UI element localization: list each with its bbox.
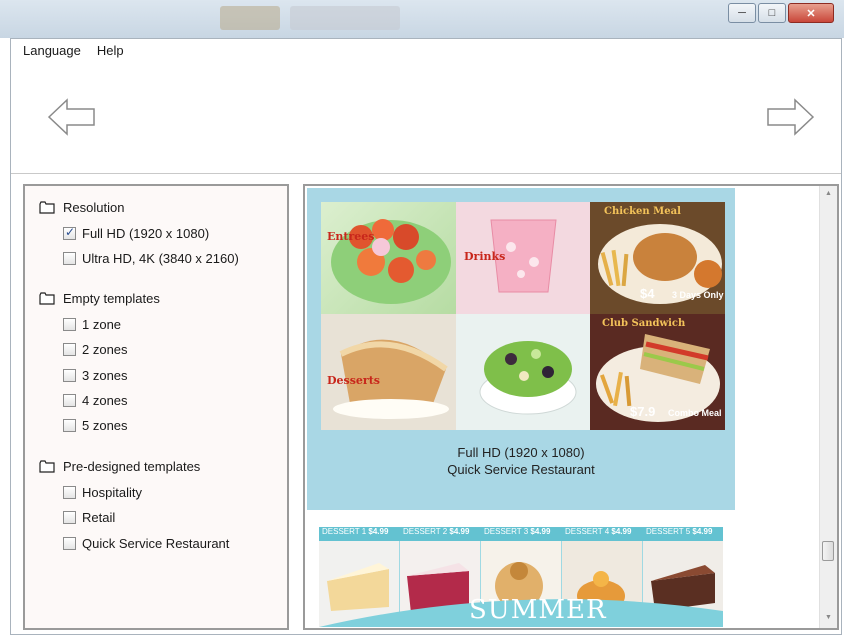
- tile-desserts: Desserts: [321, 314, 456, 430]
- option-2-zones[interactable]: 2 zones: [63, 342, 128, 357]
- option-hospitality[interactable]: Hospitality: [63, 485, 142, 500]
- tile-offer: 3 Days Only: [672, 290, 724, 300]
- back-arrow-icon[interactable]: [47, 97, 97, 137]
- template-card-next[interactable]: DESSERT 1 $4.99 DESSERT 2 $4.99 DESSERT …: [319, 527, 723, 627]
- option-label: Full HD (1920 x 1080): [82, 226, 210, 241]
- group-label: Resolution: [63, 200, 125, 215]
- forward-arrow-icon[interactable]: [765, 97, 815, 137]
- minimize-button[interactable]: ─: [728, 3, 756, 23]
- close-button[interactable]: ✕: [788, 3, 834, 23]
- option-label: 4 zones: [82, 393, 128, 408]
- option-label: Ultra HD, 4K (3840 x 2160): [82, 251, 239, 266]
- taskbar-blur: [290, 6, 400, 30]
- menu-help[interactable]: Help: [97, 41, 124, 61]
- tile-title: Desserts: [327, 374, 380, 387]
- option-label: Retail: [82, 510, 116, 525]
- tile-title: Entrees: [327, 230, 375, 243]
- dessert-label: DESSERT 3: [484, 527, 529, 536]
- folder-icon: [39, 292, 55, 305]
- option-4-zones[interactable]: 4 zones: [63, 393, 128, 408]
- folder-icon: [39, 201, 55, 214]
- template-thumbnail: Entrees Drinks Chicken Meal $4 3 Days On…: [321, 202, 725, 430]
- option-quick-service[interactable]: Quick Service Restaurant: [63, 536, 229, 551]
- toolbar-divider: [11, 173, 841, 174]
- option-label: Hospitality: [82, 485, 142, 500]
- dessert-price: $4.99: [449, 527, 470, 536]
- template-name-caption: Quick Service Restaurant: [447, 462, 595, 477]
- option-1-zone[interactable]: 1 zone: [63, 317, 121, 332]
- dessert-label: DESSERT 5: [646, 527, 691, 536]
- group-pre-designed[interactable]: Pre-designed templates: [39, 459, 200, 474]
- taskbar-blur: [220, 6, 280, 30]
- tile-title: Drinks: [464, 250, 506, 263]
- option-full-hd[interactable]: Full HD (1920 x 1080): [63, 225, 210, 241]
- checkbox[interactable]: [63, 419, 76, 432]
- scroll-thumb[interactable]: [822, 541, 834, 561]
- tile-drinks: Drinks: [456, 202, 590, 314]
- checkbox[interactable]: [63, 537, 76, 550]
- option-label: 1 zone: [82, 317, 122, 332]
- checkbox[interactable]: [63, 318, 76, 331]
- app-window: Language Help Resolution Full HD (1920 x…: [10, 38, 842, 635]
- tile-title: Chicken Meal: [604, 206, 681, 217]
- dessert-label: DESSERT 1: [322, 527, 367, 536]
- scroll-down-icon[interactable]: ▼: [820, 614, 837, 621]
- dessert-price: $4.99: [530, 527, 551, 536]
- tile-price: $7.9: [630, 404, 656, 419]
- group-label: Empty templates: [63, 291, 160, 306]
- option-retail[interactable]: Retail: [63, 510, 115, 525]
- checkbox[interactable]: [63, 369, 76, 382]
- option-label: 2 zones: [82, 342, 128, 357]
- tile-salad: [456, 314, 590, 430]
- dessert-label: DESSERT 2: [403, 527, 448, 536]
- checkbox[interactable]: [63, 343, 76, 356]
- tile-offer: Combo Meal: [668, 408, 722, 418]
- option-label: Quick Service Restaurant: [82, 536, 230, 551]
- group-label: Pre-designed templates: [63, 459, 201, 474]
- template-preview-panel: Entrees Drinks Chicken Meal $4 3 Days On…: [303, 184, 839, 630]
- menu-bar: Language Help: [11, 41, 124, 61]
- dessert-label: DESSERT 4: [565, 527, 610, 536]
- checkbox[interactable]: [63, 394, 76, 407]
- checkbox[interactable]: [63, 225, 76, 240]
- title-bar: ─ □ ✕: [0, 0, 844, 38]
- option-ultra-hd[interactable]: Ultra HD, 4K (3840 x 2160): [63, 251, 239, 266]
- option-label: 5 zones: [82, 418, 128, 433]
- dessert-price: $4.99: [692, 527, 713, 536]
- option-5-zones[interactable]: 5 zones: [63, 418, 128, 433]
- template-resolution-caption: Full HD (1920 x 1080): [457, 445, 585, 460]
- dessert-price: $4.99: [611, 527, 632, 536]
- vertical-scrollbar[interactable]: ▲ ▼: [819, 186, 837, 628]
- dessert-price: $4.99: [368, 527, 389, 536]
- option-label: 3 zones: [82, 368, 128, 383]
- checkbox[interactable]: [63, 511, 76, 524]
- maximize-button[interactable]: □: [758, 3, 786, 23]
- scroll-up-icon[interactable]: ▲: [820, 190, 837, 197]
- banner-text: SUMMER: [469, 595, 607, 625]
- checkbox[interactable]: [63, 486, 76, 499]
- option-3-zones[interactable]: 3 zones: [63, 368, 128, 383]
- group-empty-templates[interactable]: Empty templates: [39, 291, 160, 306]
- tile-club-sandwich: Club Sandwich $7.9 Combo Meal: [590, 314, 725, 430]
- tile-chicken: Chicken Meal $4 3 Days Only: [590, 202, 725, 314]
- folder-icon: [39, 460, 55, 473]
- options-panel: Resolution Full HD (1920 x 1080) Ultra H…: [23, 184, 289, 630]
- menu-language[interactable]: Language: [23, 41, 81, 61]
- tile-price: $4: [640, 286, 655, 301]
- tile-title: Club Sandwich: [602, 318, 686, 329]
- checkbox[interactable]: [63, 252, 76, 265]
- group-resolution[interactable]: Resolution: [39, 200, 124, 215]
- tile-entrees: Entrees: [321, 202, 456, 314]
- template-card-selected[interactable]: Entrees Drinks Chicken Meal $4 3 Days On…: [307, 188, 735, 510]
